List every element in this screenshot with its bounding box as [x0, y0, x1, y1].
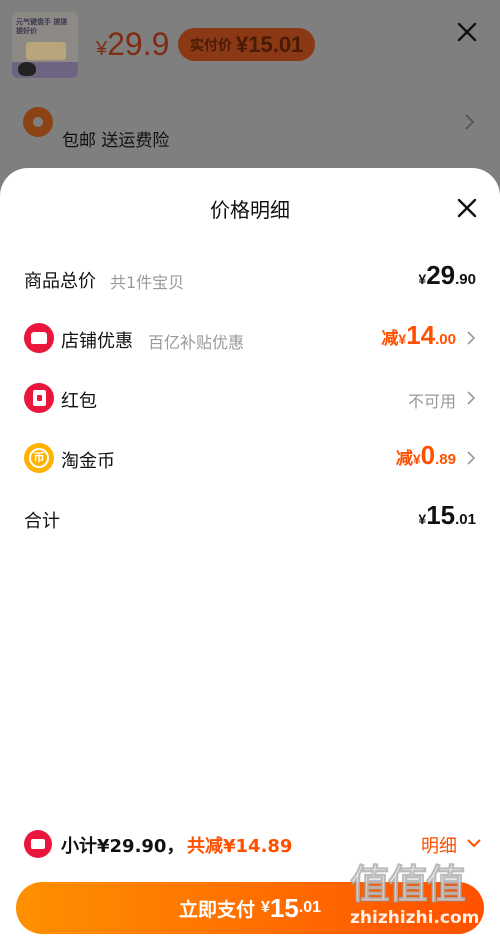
row-label: 淘金币: [61, 451, 115, 472]
chevron-right-icon: [467, 451, 476, 465]
coin-icon: 币: [24, 443, 54, 473]
close-icon[interactable]: [455, 20, 479, 44]
shipping-info: 包邮 送运费险: [62, 131, 170, 151]
row-label: 商品总价: [24, 271, 96, 292]
chevron-right-icon: [467, 391, 476, 405]
total-reduced-text: 共减¥14.89: [187, 836, 293, 857]
row-total: 合计 ¥15.01: [0, 498, 500, 538]
chevron-right-icon: [467, 331, 476, 345]
ticket-icon: [24, 830, 52, 858]
panda-logo-icon: [18, 62, 36, 76]
detail-toggle[interactable]: 明细: [421, 832, 457, 858]
row-sub: 百亿补贴优惠: [148, 333, 245, 352]
close-icon[interactable]: [455, 196, 479, 220]
row-label: 店铺优惠: [61, 331, 133, 352]
location-pin-icon: [23, 107, 53, 137]
taojinbi-value: 减 ¥0.89: [395, 440, 456, 470]
row-store-discount[interactable]: 店铺优惠 百亿补贴优惠 减 ¥14.00: [0, 318, 500, 358]
product-thumb-text: 元气键盘手 搓搓搓好价: [16, 18, 68, 35]
row-red-packet[interactable]: 红包 不可用: [0, 378, 500, 418]
row-taojinbi[interactable]: 币 淘金币 减 ¥0.89: [0, 438, 500, 478]
store-discount-value: 减 ¥14.00: [381, 320, 456, 350]
pay-now-button[interactable]: 立即支付 ¥15.01: [16, 882, 484, 934]
goods-total-value: ¥29.90: [418, 260, 476, 290]
sheet-title: 价格明细: [210, 198, 290, 222]
summary-bar: 小计¥29.90， 共减¥14.89 明细: [0, 820, 500, 870]
red-packet-icon: [24, 383, 54, 413]
actual-price-badge: 实付价 ¥15.01: [178, 28, 316, 61]
subtotal-text: 小计¥29.90，: [61, 836, 185, 857]
chevron-right-icon[interactable]: [462, 113, 476, 131]
row-sub: 共1件宝贝: [110, 273, 185, 292]
red-packet-status: 不可用: [407, 392, 456, 411]
row-label: 合计: [24, 511, 60, 532]
row-goods-total: 商品总价 共1件宝贝 ¥29.90: [0, 258, 500, 298]
product-thumbnail: 元气键盘手 搓搓搓好价: [12, 12, 78, 78]
product-price: ¥29.9: [96, 26, 170, 62]
row-label: 红包: [61, 391, 97, 412]
total-value: ¥15.01: [418, 500, 476, 530]
chevron-down-icon[interactable]: [466, 837, 482, 849]
store-icon: [24, 323, 54, 353]
